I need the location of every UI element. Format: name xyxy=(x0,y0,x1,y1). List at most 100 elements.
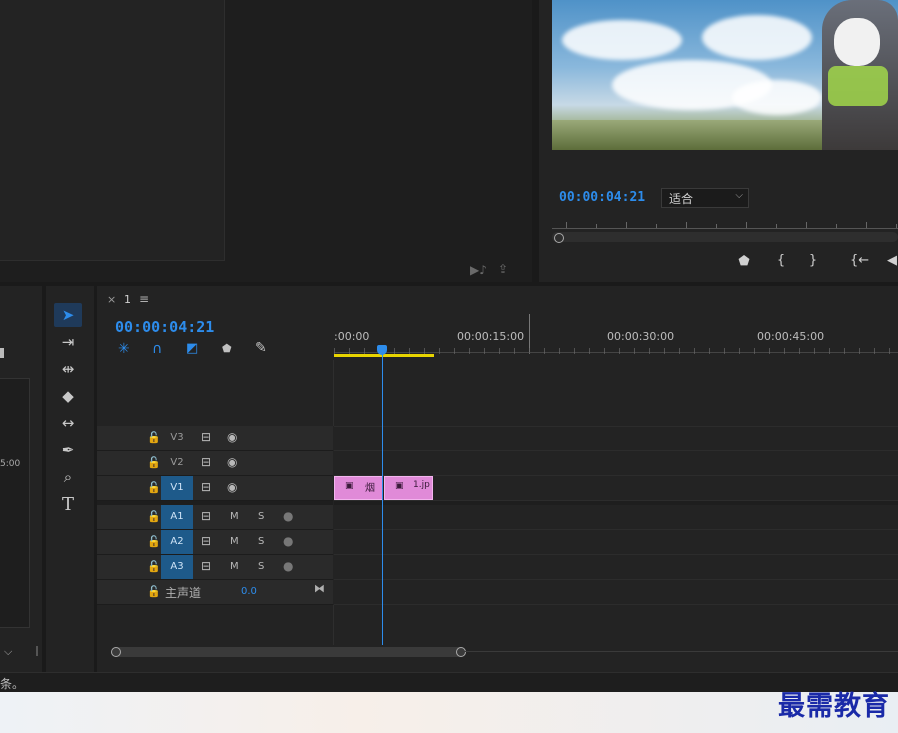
clip-label: 烟 xyxy=(365,483,375,494)
track-header-v3[interactable]: 🔓 V3 ⊟ ◉ xyxy=(97,426,333,451)
project-timecode-fragment: 5:00 xyxy=(0,459,21,469)
sync-lock-icon[interactable]: ⊟ xyxy=(201,455,211,469)
fx-icon: ▣ xyxy=(345,481,354,491)
mark-out-icon[interactable]: } xyxy=(805,253,821,268)
source-monitor-viewport xyxy=(0,0,225,261)
fit-dropdown[interactable]: 适合 ⌵ xyxy=(661,188,749,208)
eye-icon[interactable]: ◉ xyxy=(227,455,237,469)
track-select-icon[interactable]: ⇥ xyxy=(54,330,82,354)
solo-button[interactable]: S xyxy=(258,561,264,572)
razor-icon[interactable]: ◆ xyxy=(54,384,82,408)
snap-icon[interactable]: ∩ xyxy=(152,341,162,357)
slip-icon[interactable]: ↔ xyxy=(54,411,82,435)
track-lane-a1[interactable] xyxy=(334,505,898,530)
program-ruler[interactable] xyxy=(552,218,898,232)
track-header-a3[interactable]: 🔓 A3 ⊟ M S ● xyxy=(97,555,333,580)
track-header-v2[interactable]: 🔓 V2 ⊟ ◉ xyxy=(97,451,333,476)
track-label[interactable]: A2 xyxy=(161,530,193,554)
watermark-logo: 最需教育 xyxy=(778,691,890,722)
track-lane-master[interactable] xyxy=(334,580,898,605)
track-label[interactable]: A1 xyxy=(161,505,193,529)
mic-icon[interactable]: ● xyxy=(283,559,293,573)
track-lane-a2[interactable] xyxy=(334,530,898,555)
mute-button[interactable]: M xyxy=(230,536,239,547)
nest-icon[interactable]: ✳ xyxy=(118,341,130,357)
mark-in-icon[interactable]: { xyxy=(773,253,789,268)
lock-icon[interactable]: 🔓 xyxy=(147,585,161,598)
fit-dropdown-value: 适合 xyxy=(669,192,694,206)
status-text: 条。 xyxy=(0,677,25,691)
lock-icon[interactable]: 🔓 xyxy=(147,481,161,494)
zoom-handle[interactable] xyxy=(554,233,564,243)
track-label[interactable]: V1 xyxy=(161,476,193,500)
lock-icon[interactable]: 🔓 xyxy=(147,560,161,573)
marker-icon[interactable]: ⬟ xyxy=(736,254,752,269)
track-lane-v3[interactable] xyxy=(334,426,898,451)
type-tool-icon[interactable]: T xyxy=(54,492,82,516)
scrollbar-thumb[interactable] xyxy=(112,647,464,657)
program-video-frame xyxy=(552,0,898,150)
panner-icon[interactable]: ⧓ xyxy=(314,582,325,595)
lock-icon[interactable]: 🔓 xyxy=(147,456,161,469)
lock-icon[interactable]: 🔓 xyxy=(147,431,161,444)
status-bar: 条。 xyxy=(0,672,898,693)
sync-lock-icon[interactable]: ⊟ xyxy=(201,509,211,523)
clip[interactable]: ▣ 1.jp xyxy=(384,476,433,500)
tools-panel: ➤ ⇥ ⇹ ◆ ↔ ✒ ⌕ T xyxy=(46,286,94,672)
track-label[interactable]: V2 xyxy=(161,451,193,475)
selection-tool-icon[interactable]: ➤ xyxy=(54,303,82,327)
mic-icon[interactable]: ● xyxy=(283,534,293,548)
sync-lock-icon[interactable]: ⊟ xyxy=(201,480,211,494)
track-label[interactable]: V3 xyxy=(161,426,193,450)
insert-icon[interactable]: ⇪ xyxy=(498,262,508,276)
track-header-v1[interactable]: 🔓 V1 ⊟ ◉ xyxy=(97,476,333,501)
clip[interactable]: ▣ 烟 xyxy=(334,476,383,500)
pen-icon[interactable]: ✒ xyxy=(54,438,82,462)
sync-lock-icon[interactable]: ⊟ xyxy=(201,559,211,573)
linked-selection-icon[interactable]: ◩ xyxy=(186,341,198,356)
chevron-down-icon[interactable]: ⌵ xyxy=(4,645,12,659)
mute-button[interactable]: M xyxy=(230,561,239,572)
fx-icon: ▣ xyxy=(395,481,404,491)
lock-icon[interactable]: 🔓 xyxy=(147,510,161,523)
solo-button[interactable]: S xyxy=(258,536,264,547)
ruler-label: 00:00:15:00 xyxy=(457,330,525,343)
zoom-icon[interactable]: ⌕ xyxy=(54,465,82,489)
track-lane-v1[interactable]: ▣ 烟 ▣ 1.jp xyxy=(334,476,898,501)
track-header-a1[interactable]: 🔓 A1 ⊟ M S ● xyxy=(97,505,333,530)
track-header-master[interactable]: 🔓 主声道 0.0 ⧓ xyxy=(97,580,333,605)
timeline-timecode[interactable]: 00:00:04:21 xyxy=(115,318,214,336)
master-volume-value[interactable]: 0.0 xyxy=(241,586,257,597)
zoom-handle-left[interactable] xyxy=(111,647,121,657)
zoom-handle-right[interactable] xyxy=(456,647,466,657)
master-label: 主声道 xyxy=(165,586,202,600)
export-audio-icon[interactable]: ▶♪ xyxy=(470,263,487,277)
program-zoom-scrollbar[interactable] xyxy=(552,232,898,243)
ruler-label: :00:00 xyxy=(334,330,370,343)
playhead-line[interactable] xyxy=(382,352,383,645)
ruler-label: 00:00:45:00 xyxy=(757,330,825,343)
ripple-edit-icon[interactable]: ⇹ xyxy=(54,357,82,381)
eye-icon[interactable]: ◉ xyxy=(227,430,237,444)
track-label[interactable]: A3 xyxy=(161,555,193,579)
solo-button[interactable]: S xyxy=(258,511,264,522)
track-header-a2[interactable]: 🔓 A2 ⊟ M S ● xyxy=(97,530,333,555)
lock-icon[interactable]: 🔓 xyxy=(147,535,161,548)
mute-button[interactable]: M xyxy=(230,511,239,522)
panel-menu-icon[interactable]: ≡ xyxy=(139,292,149,306)
wrench-icon[interactable]: ✎ xyxy=(255,340,267,356)
track-lane-v2[interactable] xyxy=(334,451,898,476)
close-tab-icon[interactable]: × xyxy=(107,293,116,306)
eye-icon[interactable]: ◉ xyxy=(227,480,237,494)
step-back-icon[interactable]: ◀ xyxy=(884,253,898,268)
mic-icon[interactable]: ● xyxy=(283,509,293,523)
track-lane-a3[interactable] xyxy=(334,555,898,580)
timeline-zoom-scrollbar[interactable] xyxy=(111,647,898,657)
sync-lock-icon[interactable]: ⊟ xyxy=(201,534,211,548)
program-timecode[interactable]: 00:00:04:21 xyxy=(559,190,645,205)
sequence-tab[interactable]: 1 xyxy=(124,293,131,306)
add-marker-icon[interactable]: ⬟ xyxy=(222,342,232,355)
go-to-in-icon[interactable]: {← xyxy=(850,253,869,268)
chevron-down-icon: ⌵ xyxy=(735,190,743,201)
sync-lock-icon[interactable]: ⊟ xyxy=(201,430,211,444)
